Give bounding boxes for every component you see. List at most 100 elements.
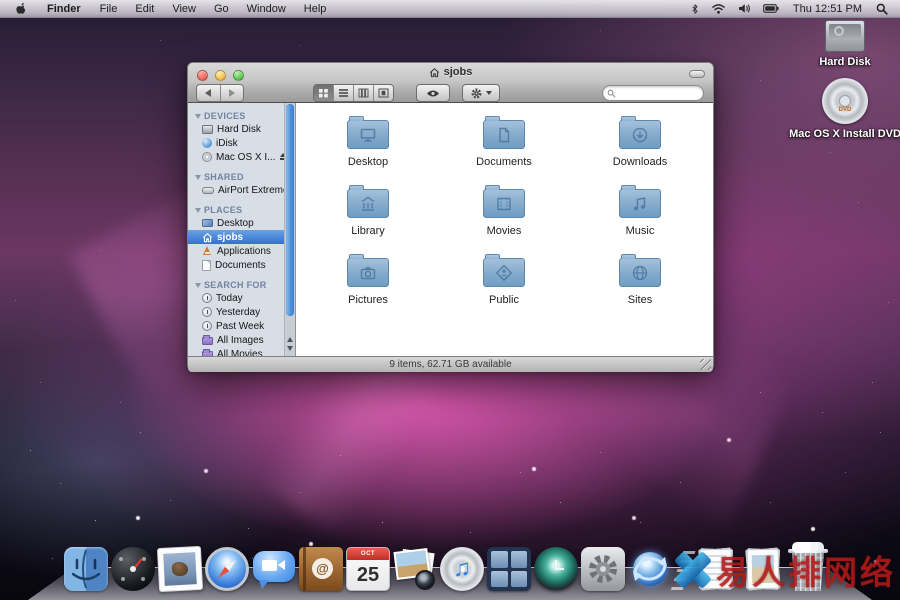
folder-contents[interactable]: Desktop Documents Downloads Library (296, 103, 713, 356)
icon-view-button[interactable] (314, 85, 333, 101)
sidebar-item-label: All Images (217, 335, 264, 346)
dock: OCT 25 ♫ (0, 538, 900, 600)
sidebar-item-label: Mac OS X I... (216, 152, 275, 163)
dock-downloads-stack-icon[interactable] (741, 547, 785, 591)
sidebar-item-label: AirPort Extreme (218, 185, 284, 196)
crumpled-paper (792, 542, 824, 553)
dock-time-machine-icon[interactable] (534, 547, 578, 591)
menu-view[interactable]: View (163, 3, 205, 15)
dock-iphoto-icon[interactable] (393, 547, 437, 591)
sidebar-section-places[interactable]: PLACES (188, 203, 284, 216)
section-header-label: PLACES (204, 205, 242, 215)
folder-downloads[interactable]: Downloads (613, 113, 667, 182)
desktop-icon-install-dvd[interactable]: DVD Mac OS X Install DVD (765, 78, 900, 140)
sidebar-item-yesterday[interactable]: Yesterday (188, 305, 284, 319)
view-mode-control (313, 84, 394, 102)
dock-ichat-icon[interactable] (252, 547, 296, 591)
menu-edit[interactable]: Edit (126, 3, 163, 15)
smart-folder-icon (202, 337, 213, 345)
folder-documents[interactable]: Documents (476, 113, 532, 182)
quick-look-button[interactable] (416, 84, 450, 102)
folder-public[interactable]: Public (483, 251, 525, 320)
menu-go[interactable]: Go (205, 3, 238, 15)
sidebar-item-desktop[interactable]: Desktop (188, 216, 284, 230)
folder-label: Pictures (348, 294, 388, 306)
sidebar-scrollbar[interactable] (284, 103, 295, 356)
toolbar-toggle-button[interactable] (689, 70, 705, 78)
coverflow-view-button[interactable] (373, 85, 393, 101)
dock-dashboard-icon[interactable] (111, 547, 155, 591)
folder-library[interactable]: Library (347, 182, 389, 251)
desktop-icon-hard-disk[interactable]: Hard Disk (795, 20, 895, 68)
space-tile (491, 551, 508, 568)
folder-label: Public (489, 294, 519, 306)
action-menu-button[interactable] (462, 84, 500, 102)
dock-finder-icon[interactable] (64, 547, 108, 591)
dock-safari-icon[interactable] (205, 547, 249, 591)
dock-system-preferences-icon[interactable] (581, 547, 625, 591)
list-view-button[interactable] (333, 85, 353, 101)
optical-disc-icon (202, 152, 212, 162)
menu-window[interactable]: Window (238, 3, 295, 15)
battery-icon[interactable] (759, 4, 783, 13)
dock-documents-stack-icon[interactable] (694, 547, 738, 591)
dock-trash-icon[interactable] (788, 545, 828, 591)
sidebar-item-sjobs-selected[interactable]: sjobs (188, 230, 284, 244)
sidebar-item-label: Desktop (217, 218, 254, 229)
menu-file[interactable]: File (91, 3, 127, 15)
menu-help[interactable]: Help (295, 3, 336, 15)
search-input[interactable] (616, 88, 688, 99)
dropdown-arrow-icon (486, 91, 492, 95)
scroll-down-icon[interactable] (287, 346, 293, 351)
sidebar-item-airport-extreme[interactable]: AirPort Extreme (188, 183, 284, 197)
sidebar-item-label: Documents (215, 260, 266, 271)
dock-ical-icon[interactable]: OCT 25 (346, 547, 390, 591)
sidebar-section-shared[interactable]: SHARED (188, 170, 284, 183)
folder-sites[interactable]: Sites (619, 251, 661, 320)
sidebar-item-applications[interactable]: Applications (188, 244, 284, 258)
scroll-up-icon[interactable] (287, 337, 293, 342)
dvd-disc-icon: DVD (822, 78, 868, 124)
resize-grip[interactable] (700, 359, 711, 370)
clock-hand (556, 568, 564, 570)
bluetooth-icon[interactable] (687, 3, 703, 15)
sidebar-section-search-for[interactable]: SEARCH FOR (188, 278, 284, 291)
sidebar-item-documents[interactable]: Documents (188, 258, 284, 272)
folder-label: Desktop (348, 156, 388, 168)
scrollbar-thumb[interactable] (286, 104, 294, 316)
volume-icon[interactable] (734, 3, 755, 14)
sidebar-item-idisk[interactable]: iDisk (188, 136, 284, 150)
sidebar-section-devices[interactable]: DEVICES (188, 109, 284, 122)
menu-finder[interactable]: Finder (38, 3, 91, 15)
dock-address-book-icon[interactable] (299, 547, 343, 591)
desktop[interactable]: Finder File Edit View Go Window Help Thu… (0, 0, 900, 600)
back-icon (205, 89, 211, 97)
spotlight-icon[interactable] (872, 3, 892, 15)
dock-spaces-icon[interactable] (487, 547, 531, 591)
wifi-icon[interactable] (707, 3, 730, 14)
apple-menu[interactable] (0, 2, 38, 16)
dock-network-sync-icon[interactable] (628, 547, 672, 591)
forward-button[interactable] (220, 85, 244, 101)
page-text-lines (705, 555, 727, 583)
back-button[interactable] (197, 85, 220, 101)
search-field[interactable] (602, 85, 704, 101)
chat-bubble-tail (259, 580, 269, 589)
folder-desktop[interactable]: Desktop (347, 113, 389, 182)
sidebar-item-past-week[interactable]: Past Week (188, 319, 284, 333)
sidebar-item-label: Applications (217, 246, 271, 257)
sidebar-item-today[interactable]: Today (188, 291, 284, 305)
column-view-button[interactable] (353, 85, 373, 101)
sidebar-item-install-dvd[interactable]: Mac OS X I... (188, 150, 284, 164)
menu-clock[interactable]: Thu 12:51 PM (787, 3, 868, 15)
folder-pictures[interactable]: Pictures (347, 251, 389, 320)
folder-movies[interactable]: Movies (483, 182, 525, 251)
dock-mail-icon[interactable] (157, 546, 203, 592)
gauge-mark (141, 577, 145, 581)
sidebar-item-all-images[interactable]: All Images (188, 333, 284, 347)
sidebar-item-hard-disk[interactable]: Hard Disk (188, 122, 284, 136)
dock-itunes-icon[interactable]: ♫ (440, 547, 484, 591)
window-titlebar[interactable]: sjobs (188, 63, 713, 103)
sidebar-item-all-movies[interactable]: All Movies (188, 347, 284, 356)
folder-music[interactable]: Music (619, 182, 661, 251)
